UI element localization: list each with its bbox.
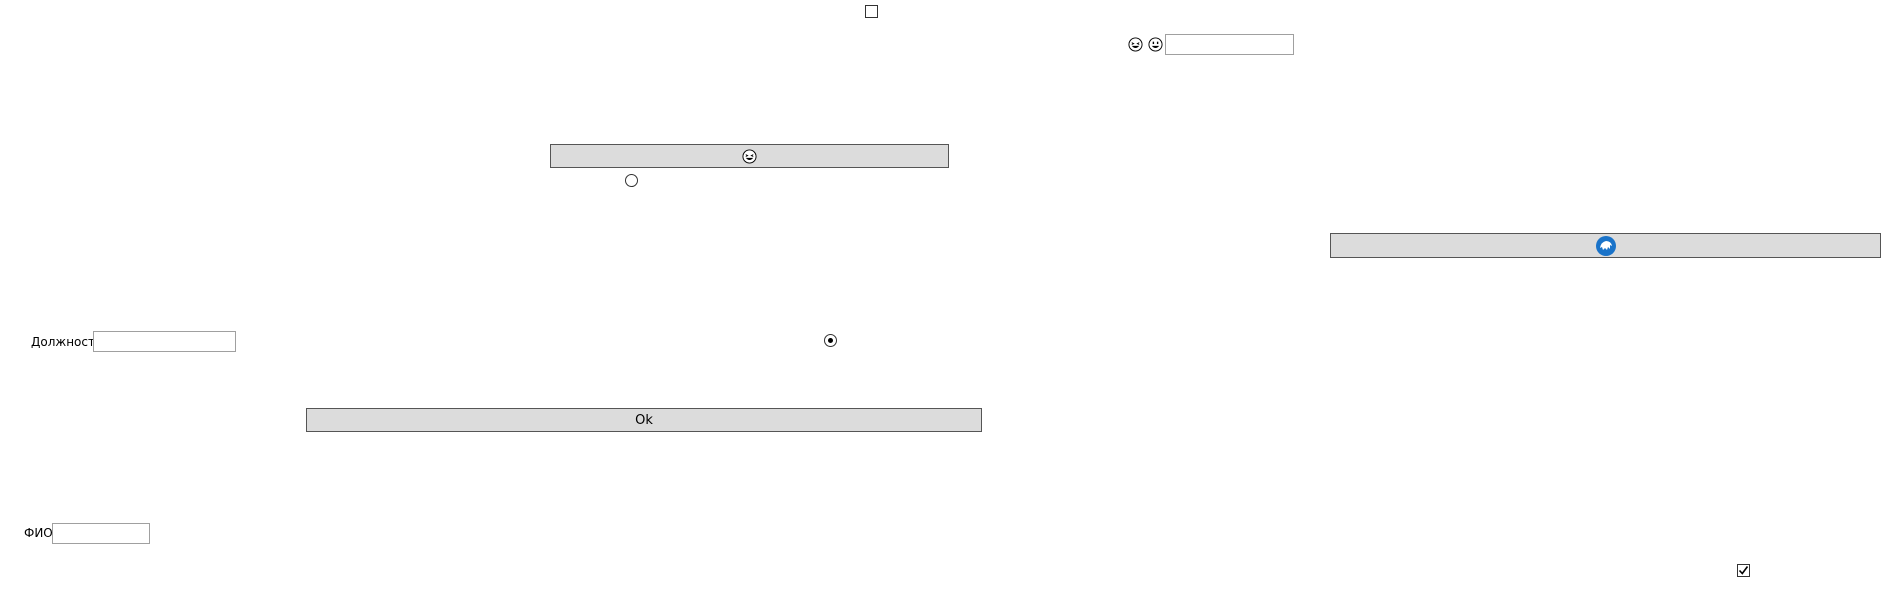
radio-option-2[interactable] xyxy=(824,334,837,347)
top-text-input[interactable] xyxy=(1165,34,1294,55)
ok-button[interactable]: Ok xyxy=(306,408,982,432)
top-checkbox[interactable] xyxy=(865,5,878,18)
checkmark-icon xyxy=(1738,566,1749,575)
grinning-squint-face-icon xyxy=(742,148,757,164)
blue-circle-badge-icon xyxy=(1595,235,1617,257)
grinning-squint-face-icon[interactable] xyxy=(1128,37,1143,52)
grinning-face-icon[interactable] xyxy=(1148,37,1163,52)
position-input[interactable] xyxy=(93,331,236,352)
emoji-button[interactable] xyxy=(550,144,949,168)
blue-icon-button[interactable] xyxy=(1330,233,1881,258)
position-label: Должность xyxy=(31,335,103,349)
ok-button-label: Ok xyxy=(635,412,653,428)
fio-input[interactable] xyxy=(52,523,150,544)
bottom-checkbox[interactable] xyxy=(1737,564,1750,577)
fio-label: ФИО xyxy=(24,526,53,540)
radio-option-1[interactable] xyxy=(625,174,638,187)
radio-selected-dot xyxy=(828,338,833,343)
